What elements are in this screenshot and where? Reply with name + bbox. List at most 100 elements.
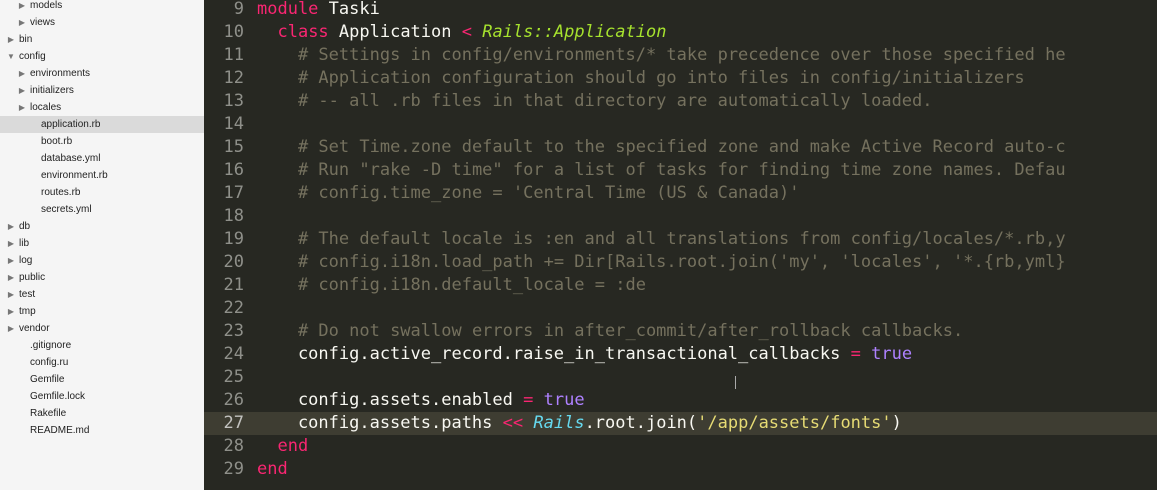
- disclosure-collapsed-icon[interactable]: ▶: [17, 0, 27, 14]
- code-line[interactable]: 29 end: [204, 458, 1157, 481]
- tree-file[interactable]: Rakefile: [0, 405, 204, 422]
- tree-file[interactable]: config.ru: [0, 354, 204, 371]
- tree-item-label: lib: [19, 238, 30, 249]
- code-token: # -- all .rb files in that directory are…: [297, 91, 933, 111]
- code-text: # config.i18n.default_locale = :de: [257, 274, 646, 297]
- code-line[interactable]: 10 class Application < Rails::Applicatio…: [204, 21, 1157, 44]
- code-line[interactable]: 21 # config.i18n.default_locale = :de: [204, 274, 1157, 297]
- code-line[interactable]: 25: [204, 366, 1157, 389]
- code-line[interactable]: 26 config.assets.enabled = true: [204, 389, 1157, 412]
- code-line[interactable]: 28 end: [204, 435, 1157, 458]
- disclosure-collapsed-icon[interactable]: ▶: [17, 82, 27, 99]
- tree-folder[interactable]: ▶ test: [0, 286, 204, 303]
- disclosure-collapsed-icon[interactable]: ▶: [6, 31, 16, 48]
- code-line[interactable]: 9 module Taski: [204, 0, 1157, 21]
- line-number: 24: [223, 344, 244, 364]
- tree-item-label: application.rb: [41, 119, 101, 130]
- code-line[interactable]: 24 config.active_record.raise_in_transac…: [204, 343, 1157, 366]
- disclosure-collapsed-icon[interactable]: ▶: [6, 320, 16, 337]
- code-line[interactable]: 20 # config.i18n.load_path += Dir[Rails.…: [204, 251, 1157, 274]
- disclosure-collapsed-icon[interactable]: ▶: [6, 252, 16, 269]
- code-editor[interactable]: 9 module Taski 10 class Application < Rail…: [204, 0, 1157, 490]
- code-token: Application: [328, 22, 462, 42]
- code-line[interactable]: 13 # -- all .rb files in that directory …: [204, 90, 1157, 113]
- disclosure-collapsed-icon[interactable]: ▶: [17, 99, 27, 116]
- tree-folder[interactable]: ▶ db: [0, 218, 204, 235]
- tree-folder[interactable]: ▶ models: [0, 0, 204, 14]
- tree-folder[interactable]: ▶ locales: [0, 99, 204, 116]
- code-token: true: [871, 344, 913, 364]
- tree-file[interactable]: application.rb: [0, 116, 204, 133]
- code-line[interactable]: 23 # Do not swallow errors in after_comm…: [204, 320, 1157, 343]
- disclosure-expanded-icon[interactable]: ▼: [6, 48, 16, 65]
- code-line[interactable]: 17 # config.time_zone = 'Central Time (U…: [204, 182, 1157, 205]
- code-token: true: [543, 390, 585, 410]
- tree-folder[interactable]: ▶ initializers: [0, 82, 204, 99]
- tree-folder[interactable]: ▶ tmp: [0, 303, 204, 320]
- line-number: 21: [223, 275, 244, 295]
- tree-folder[interactable]: ▶ public: [0, 269, 204, 286]
- tree-file[interactable]: boot.rb: [0, 133, 204, 150]
- code-text: class Application < Rails::Application: [257, 21, 666, 44]
- code-line[interactable]: 11 # Settings in config/environments/* t…: [204, 44, 1157, 67]
- tree-file[interactable]: secrets.yml: [0, 201, 204, 218]
- tree-item-label: config.ru: [30, 357, 69, 368]
- code-line[interactable]: 19 # The default locale is :en and all t…: [204, 228, 1157, 251]
- disclosure-collapsed-icon[interactable]: ▶: [6, 269, 16, 286]
- tree-folder[interactable]: ▼ config: [0, 48, 204, 65]
- tree-file[interactable]: Gemfile.lock: [0, 388, 204, 405]
- tree-folder[interactable]: ▶ views: [0, 14, 204, 31]
- tree-item-label: boot.rb: [41, 136, 73, 147]
- tree-folder[interactable]: ▶ log: [0, 252, 204, 269]
- tree-file[interactable]: routes.rb: [0, 184, 204, 201]
- disclosure-collapsed-icon[interactable]: ▶: [17, 14, 27, 31]
- disclosure-collapsed-icon[interactable]: ▶: [6, 235, 16, 252]
- code-token: Rails::Application: [482, 22, 667, 42]
- code-line[interactable]: 27 config.assets.paths << Rails.root.joi…: [204, 412, 1157, 435]
- tree-item-label: db: [19, 221, 31, 232]
- tree-file[interactable]: database.yml: [0, 150, 204, 167]
- code-line[interactable]: 12 # Application configuration should go…: [204, 67, 1157, 90]
- line-number: 23: [223, 321, 244, 341]
- code-line[interactable]: 14: [204, 113, 1157, 136]
- code-token: Taski: [318, 0, 380, 19]
- code-line[interactable]: 16 # Run "rake -D time" for a list of ta…: [204, 159, 1157, 182]
- code-text: # Application configuration should go in…: [257, 67, 1025, 90]
- code-token: '/app/assets/fonts': [697, 413, 892, 433]
- tree-file[interactable]: Gemfile: [0, 371, 204, 388]
- line-number: 22: [223, 298, 244, 318]
- tree-item-label: README.md: [30, 425, 90, 436]
- tree-file[interactable]: .gitignore: [0, 337, 204, 354]
- code-line[interactable]: 22: [204, 297, 1157, 320]
- tree-file[interactable]: environment.rb: [0, 167, 204, 184]
- tree-folder[interactable]: ▶ lib: [0, 235, 204, 252]
- line-number: 28: [223, 436, 244, 456]
- tree-folder[interactable]: ▶ environments: [0, 65, 204, 82]
- tree-folder[interactable]: ▶ bin: [0, 31, 204, 48]
- code-text: # Do not swallow errors in after_commit/…: [257, 320, 963, 343]
- tree-item-label: public: [19, 272, 46, 283]
- disclosure-collapsed-icon[interactable]: ▶: [6, 218, 16, 235]
- code-token: # Settings in config/environments/* take…: [297, 45, 1066, 65]
- line-number: 14: [223, 114, 244, 134]
- code-line[interactable]: 15 # Set Time.zone default to the specif…: [204, 136, 1157, 159]
- code-token: module: [257, 0, 319, 19]
- disclosure-collapsed-icon[interactable]: ▶: [17, 65, 27, 82]
- code-text: # Set Time.zone default to the specified…: [257, 136, 1066, 159]
- disclosure-collapsed-icon[interactable]: ▶: [6, 303, 16, 320]
- tree-item-label: vendor: [19, 323, 50, 334]
- tree-file[interactable]: README.md: [0, 422, 204, 439]
- code-line[interactable]: 18: [204, 205, 1157, 228]
- tree-item-label: test: [19, 289, 36, 300]
- disclosure-collapsed-icon[interactable]: ▶: [6, 286, 16, 303]
- code-token: # config.i18n.load_path += Dir[Rails.roo…: [297, 252, 1066, 272]
- line-number: 27: [223, 413, 244, 433]
- tree-folder[interactable]: ▶ vendor: [0, 320, 204, 337]
